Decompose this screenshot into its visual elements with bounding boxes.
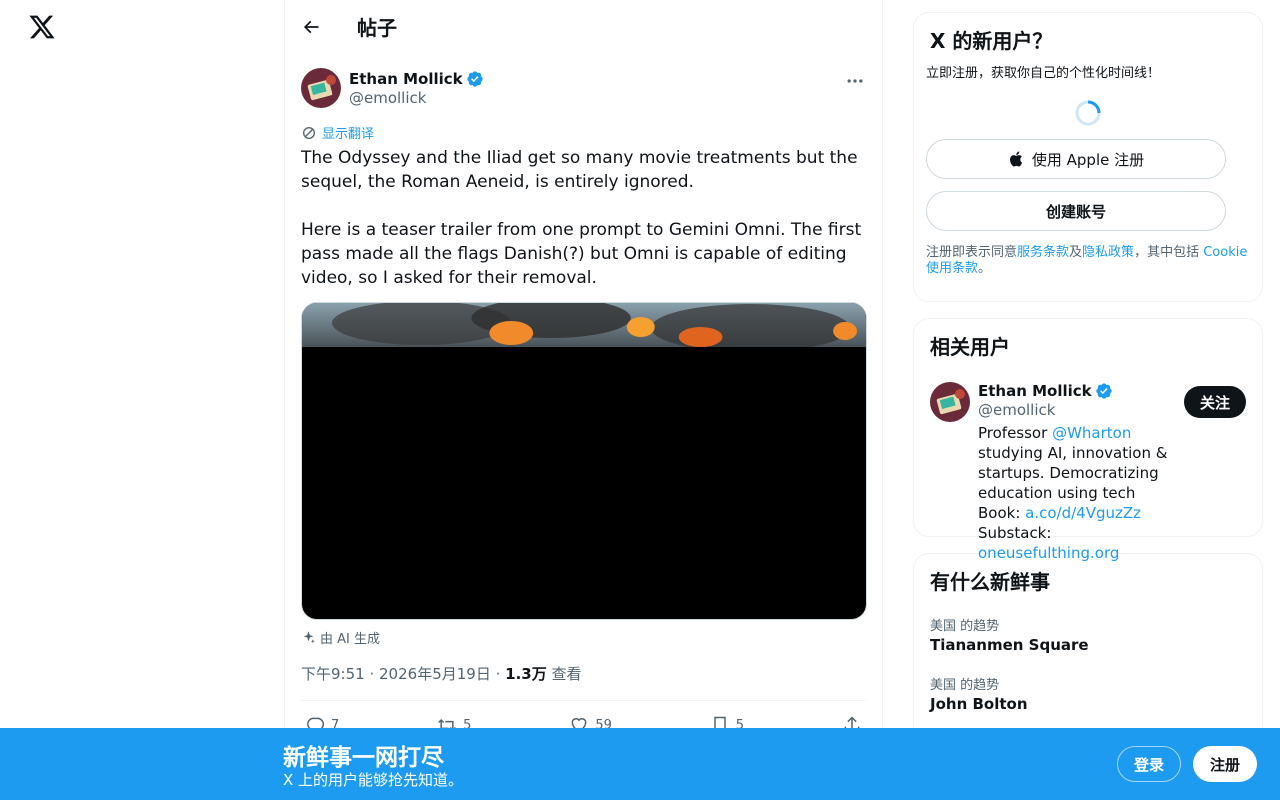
apple-signup-button[interactable]: 使用 Apple 注册 [926,139,1226,179]
back-button[interactable] [293,9,329,45]
verified-badge-icon [1095,383,1112,399]
signup-subtitle: 立即注册，获取你自己的个性化时间线！ [926,66,1161,81]
trend-name: Tiananmen Square [930,636,1089,654]
login-button[interactable]: 登录 [1117,746,1181,782]
post: Ethan Mollick @emollick 显示翻译 The Odyssey… [285,63,882,749]
left-nav [0,0,284,800]
show-translation-link[interactable]: 显示翻译 [301,123,866,142]
related-users-card: 相关用户 Ethan Mollick @emollick Professor @… [913,318,1263,562]
page-header: 帖子 [285,0,882,53]
video-thumbnail-strip [302,303,866,347]
ai-generated-label: 由 AI 生成 [301,628,866,647]
bio-link-substack[interactable]: oneusefulthing.org [978,544,1119,562]
main-column: 帖子 Ethan Mollick @emollick 显示翻译 The Odys… [284,0,883,800]
terms-of-service-link[interactable]: 服务条款 [1017,245,1069,260]
signup-title: X 的新用户？ [930,29,1053,53]
more-options-button[interactable] [844,70,866,92]
related-user-handle[interactable]: @emollick [978,401,1178,419]
related-user-bio: Professor @Wharton studying AI, innovati… [978,423,1178,563]
trend-meta: 美国 的趋势 [930,678,1000,693]
trends-title: 有什么新鲜事 [930,570,1050,594]
banner-subtitle: X 上的用户能够抢先知道。 [283,771,464,789]
author-name-text: Ethan Mollick [349,69,463,88]
signup-card: X 的新用户？ 立即注册，获取你自己的个性化时间线！ 使用 Apple 注册 创… [913,12,1263,302]
x-logo-icon[interactable] [28,13,56,41]
verified-badge-icon [466,70,483,87]
sparkle-icon [303,631,315,644]
post-meta: 下午9:51 · 2026年5月19日 · 1.3万 查看 [301,663,866,701]
trend-item[interactable]: 美国 的趋势 John Bolton [930,674,1246,713]
post-date[interactable]: 2026年5月19日 [379,665,491,683]
avatar[interactable] [301,68,341,108]
signup-terms: 注册即表示同意服务条款及隐私政策，其中包括 Cookie 使用条款。 [926,245,1250,277]
post-header: Ethan Mollick @emollick [301,63,866,113]
terms-and: 及 [1069,245,1083,260]
views-label: 查看 [551,665,582,683]
terms-end: 。 [978,261,992,276]
more-horizontal-icon [847,79,863,83]
related-users-title: 相关用户 [930,335,1010,359]
ai-label-text: 由 AI 生成 [320,632,380,647]
signup-banner: 新鲜事一网打尽 X 上的用户能够抢先知道。 登录 注册 [0,728,1280,800]
related-user-name-text: Ethan Mollick [978,382,1092,400]
terms-prefix: 注册即表示同意 [926,245,1018,260]
video-player[interactable] [301,302,867,620]
banner-title: 新鲜事一网打尽 [283,745,444,771]
loading-spinner-icon [1074,99,1102,127]
apple-signup-label: 使用 Apple 注册 [1031,150,1145,169]
post-time[interactable]: 下午9:51 [301,665,365,683]
follow-button[interactable]: 关注 [1184,386,1246,418]
terms-middle: ，其中包括 [1134,245,1204,260]
create-account-label: 创建账号 [1045,202,1106,221]
views-count: 1.3万 [505,665,547,683]
page-title: 帖子 [357,16,397,40]
trend-name: John Bolton [930,695,1028,713]
related-user-avatar[interactable] [930,382,970,422]
translate-label: 显示翻译 [322,127,375,142]
privacy-policy-link[interactable]: 隐私政策 [1082,245,1134,260]
arrow-left-icon [303,20,319,33]
apple-icon [1009,151,1022,167]
related-user-name[interactable]: Ethan Mollick [978,382,1178,400]
author-handle[interactable]: @emollick [349,89,484,107]
bio-text-1: Professor [978,424,1053,442]
right-sidebar: X 的新用户？ 立即注册，获取你自己的个性化时间线！ 使用 Apple 注册 创… [913,12,1263,769]
bio-link-wharton[interactable]: @Wharton [1052,424,1131,442]
register-button[interactable]: 注册 [1193,746,1257,782]
trends-card: 有什么新鲜事 美国 的趋势 Tiananmen Square 美国 的趋势 Jo… [913,553,1263,753]
bio-link-book[interactable]: a.co/d/4VguzZz [1025,504,1141,522]
bio-text-3: Substack: [978,524,1052,542]
post-text: The Odyssey and the Iliad get so many mo… [301,148,862,288]
trend-meta: 美国 的趋势 [930,619,1000,634]
trend-item[interactable]: 美国 的趋势 Tiananmen Square [930,615,1246,654]
related-user[interactable]: Ethan Mollick @emollick Professor @Whart… [930,382,1246,563]
author-name[interactable]: Ethan Mollick [349,70,484,88]
translate-icon [303,126,315,139]
create-account-button[interactable]: 创建账号 [926,191,1226,231]
